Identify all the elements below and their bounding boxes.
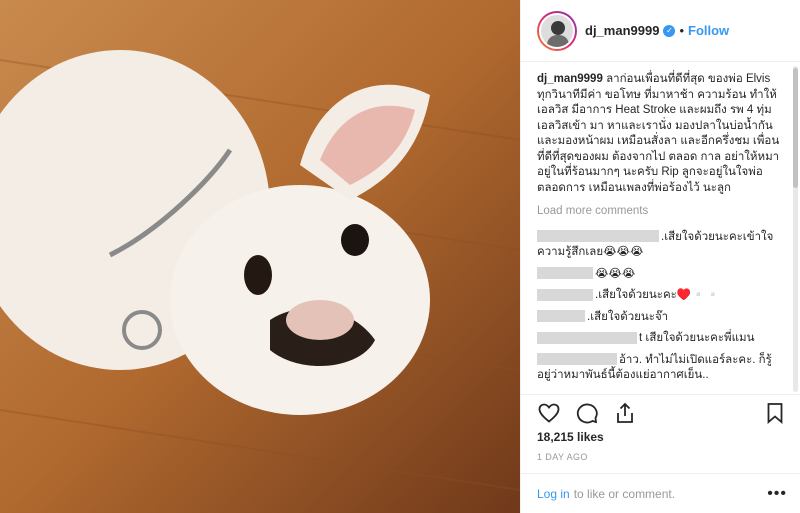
post-timestamp: 1 DAY AGO — [537, 452, 588, 462]
redacted-username — [537, 331, 637, 344]
username-link[interactable]: dj_man9999 — [585, 23, 659, 38]
comment-item: .เสียใจด้วยนะคะเข้าใจความรู้สึกเลย😭😭😭 — [537, 230, 785, 261]
comments-list[interactable]: dj_man9999 ลาก่อนเพื่อนที่ดีที่สุด ของพ่… — [521, 62, 800, 394]
comments-scrollbar[interactable] — [793, 66, 798, 392]
bookmark-icon[interactable] — [763, 401, 787, 425]
comment-item: .เสียใจด้วยนะคะ♥️▫️▫️ — [537, 288, 785, 304]
redacted-username — [537, 267, 593, 280]
like-count[interactable]: 18,215 likes — [537, 430, 604, 444]
redacted-username — [537, 310, 585, 323]
caption: dj_man9999 ลาก่อนเพื่อนที่ดีที่สุด ของพ่… — [537, 72, 785, 196]
avatar-image — [539, 12, 575, 49]
follow-button[interactable]: Follow — [688, 23, 729, 38]
scrollbar-thumb[interactable] — [793, 68, 798, 188]
comment-item: 😭😭😭 — [537, 267, 785, 283]
post-header: dj_man9999 ✓ • Follow — [521, 0, 800, 62]
post-side-panel: dj_man9999 ✓ • Follow dj_man9999 ลาก่อนเ… — [520, 0, 800, 513]
comment-text: t เสียใจด้วยนะคะพี่แมน — [639, 332, 755, 344]
redacted-username — [537, 353, 617, 366]
login-link[interactable]: Log in — [537, 487, 570, 501]
comment-text: .เสียใจด้วยนะจ๊า — [587, 310, 669, 323]
action-bar — [521, 394, 800, 430]
comment-item: อ้าว. ทำไม่ไม่เปิดแอร์ละคะ. ก็รู้อยู่ว่า… — [537, 353, 785, 384]
caption-username[interactable]: dj_man9999 — [537, 73, 603, 85]
heart-icon[interactable] — [537, 401, 561, 425]
login-prompt-text: to like or comment. — [573, 486, 676, 501]
comment-item: t เสียใจด้วยนะคะพี่แมน — [537, 331, 785, 347]
load-more-comments-link[interactable]: Load more comments — [537, 204, 785, 220]
caption-text: ลาก่อนเพื่อนที่ดีที่สุด ของพ่อ Elvis ทุก… — [537, 73, 780, 194]
share-icon[interactable] — [613, 401, 637, 425]
more-options-icon[interactable]: ••• — [767, 485, 787, 503]
dog-photo-illustration — [0, 0, 520, 513]
login-bar: Log in to like or comment. ••• — [521, 473, 800, 513]
post-photo — [0, 0, 520, 513]
verified-badge-icon: ✓ — [663, 24, 676, 37]
redacted-username — [537, 230, 659, 243]
separator-dot: • — [679, 23, 684, 38]
avatar[interactable] — [537, 10, 577, 51]
comment-item: .เสียใจด้วยนะจ๊า — [537, 310, 785, 326]
comment-text: .เสียใจด้วยนะคะ♥️▫️▫️ — [595, 289, 720, 301]
comment-icon[interactable] — [575, 401, 599, 425]
comment-text: 😭😭😭 — [595, 267, 636, 280]
redacted-username — [537, 288, 593, 301]
